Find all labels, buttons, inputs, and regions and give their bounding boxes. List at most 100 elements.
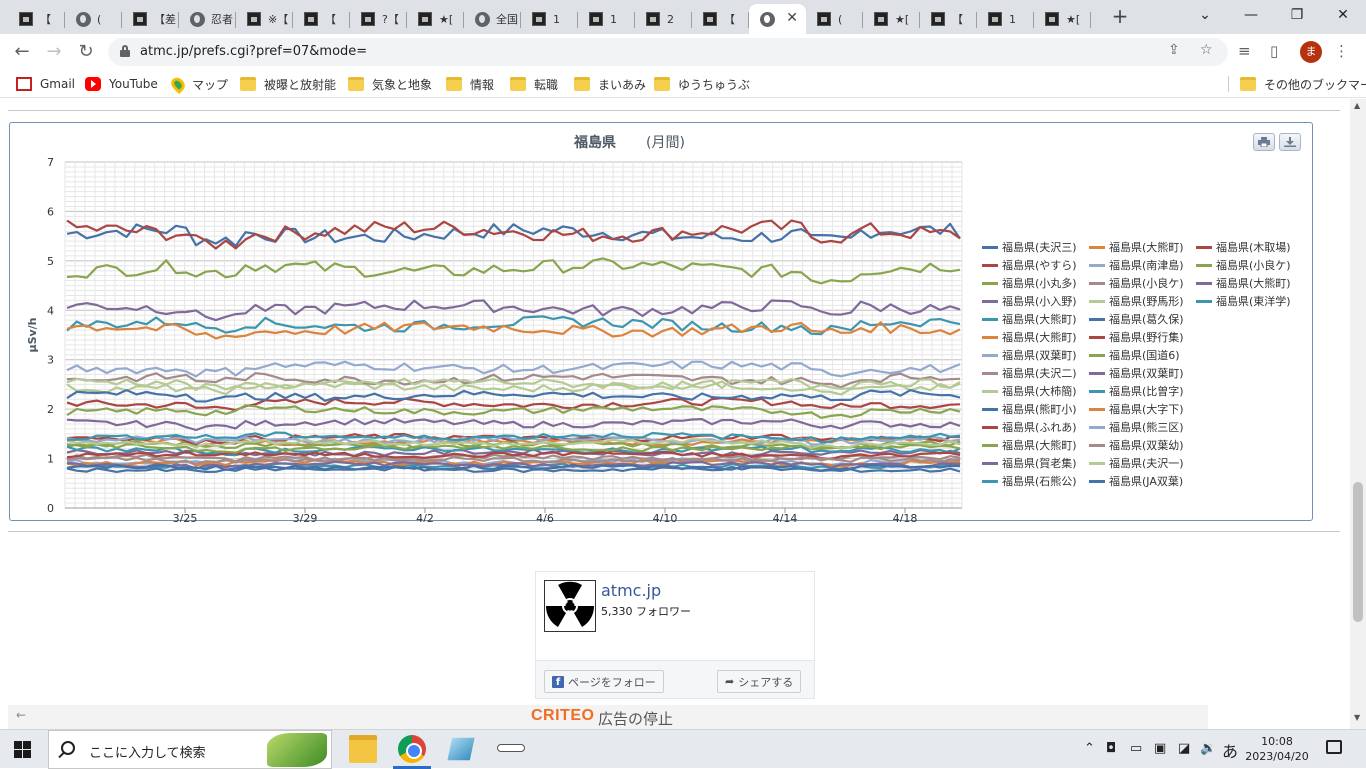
legend-item[interactable]: 福島県(双葉町) [1089, 365, 1184, 381]
browser-tab[interactable]: 1 [578, 4, 635, 34]
legend-item[interactable]: 福島県(大熊町) [982, 329, 1077, 345]
scroll-up-arrow-icon[interactable]: ▲ [1354, 101, 1360, 110]
volume-icon[interactable]: 🔉 [1200, 741, 1216, 756]
legend-item[interactable]: 福島県(小良ケ) [1089, 275, 1184, 291]
wifi-icon[interactable]: ◪ [1178, 741, 1190, 756]
tray-expand-chevron-icon[interactable]: ⌃ [1084, 741, 1095, 756]
criteo-logo[interactable]: CRITEO [531, 707, 594, 725]
side-panel-icon[interactable]: ▯ [1270, 42, 1278, 60]
browser-tab[interactable]: 1 [521, 4, 578, 34]
browser-tab[interactable]: 【 [8, 4, 65, 34]
browser-tab[interactable]: 2 [635, 4, 692, 34]
bookmark-item[interactable]: まいあみ [574, 76, 646, 92]
legend-item[interactable]: 福島県(双葉幼) [1089, 437, 1184, 453]
legend-item[interactable]: 福島県(木取場) [1196, 239, 1291, 255]
browser-tab[interactable]: ?【 [350, 4, 407, 34]
legend-item[interactable]: 福島県(石熊公) [982, 473, 1077, 489]
bookmark-item[interactable]: YouTube [85, 76, 158, 92]
scroll-down-arrow-icon[interactable]: ▼ [1354, 713, 1360, 722]
tab-active[interactable]: ✕ [749, 4, 806, 34]
legend-item[interactable]: 福島県(JA双葉) [1089, 473, 1183, 489]
legend-item[interactable]: 福島県(葛久保) [1089, 311, 1184, 327]
stop-ad-link[interactable]: 広告の停止 [598, 708, 673, 729]
bookmark-item[interactable]: 情報 [446, 76, 494, 92]
other-bookmarks[interactable]: その他のブックマーク [1240, 76, 1366, 92]
legend-item[interactable]: 福島県(夫沢三) [982, 239, 1077, 255]
forward-arrow-icon[interactable]: → [40, 38, 68, 66]
download-button[interactable] [1279, 133, 1301, 151]
legend-item[interactable]: 福島県(大熊町) [1089, 239, 1184, 255]
legend-item[interactable]: 福島県(野行集) [1089, 329, 1184, 345]
profile-avatar[interactable]: ま [1300, 41, 1322, 63]
browser-tab[interactable]: ★[ [1034, 4, 1091, 34]
address-bar[interactable]: atmc.jp/prefs.cgi?pref=07&mode= ⇪ ☆ [108, 38, 1228, 66]
back-arrow-icon[interactable]: ← [16, 708, 26, 722]
legend-item[interactable]: 福島県(夫沢二) [982, 365, 1077, 381]
fb-follow-button[interactable]: f ページをフォロー [544, 670, 664, 693]
camera-icon[interactable]: ◘ [1106, 741, 1116, 756]
browser-tab[interactable]: 【 [692, 4, 749, 34]
legend-item[interactable]: 福島県(やすら) [982, 257, 1077, 273]
legend-item[interactable]: 福島県(夫沢一) [1089, 455, 1184, 471]
close-tab-icon[interactable]: ✕ [786, 10, 798, 26]
taskbar-search-box[interactable]: ここに入力して検索 [48, 730, 332, 769]
airplane-app-icon[interactable] [497, 744, 525, 752]
file-explorer-icon[interactable] [349, 735, 377, 763]
share-icon[interactable]: ⇪ [1168, 42, 1180, 58]
browser-tab[interactable]: 【 [920, 4, 977, 34]
legend-item[interactable]: 福島県(東洋学) [1196, 293, 1291, 309]
page-scrollbar[interactable]: ▲ ▼ [1350, 99, 1366, 729]
browser-tab[interactable]: 【差 [122, 4, 179, 34]
notification-icon[interactable] [1326, 740, 1342, 754]
browser-tab[interactable]: ★[ [863, 4, 920, 34]
browser-tab[interactable]: ※【 [236, 4, 293, 34]
menu-kebab-icon[interactable]: ⋮ [1334, 42, 1349, 60]
legend-item[interactable]: 福島県(双葉町) [982, 347, 1077, 363]
windows-start-icon[interactable] [14, 741, 31, 758]
bookmark-item[interactable]: マップ [168, 74, 228, 94]
browser-tab[interactable]: ( [65, 4, 122, 34]
lock-icon[interactable] [120, 45, 130, 57]
tab-search-chevron-icon[interactable]: ⌄ [1182, 0, 1228, 30]
legend-item[interactable]: 福島県(小良ケ) [1196, 257, 1291, 273]
battery-icon[interactable]: ▭ [1130, 741, 1142, 756]
bookmark-item[interactable]: 転職 [510, 76, 558, 92]
legend-item[interactable]: 福島県(賀老集) [982, 455, 1077, 471]
bookmark-item[interactable]: ゆうちゅうぶ [654, 76, 750, 92]
chrome-icon[interactable] [398, 735, 426, 763]
legend-item[interactable]: 福島県(小丸多) [982, 275, 1077, 291]
legend-item[interactable]: 福島県(南津島) [1089, 257, 1184, 273]
app-icon[interactable] [447, 737, 475, 761]
legend-item[interactable]: 福島県(熊三区) [1089, 419, 1184, 435]
fb-page-name[interactable]: atmc.jp [601, 581, 661, 600]
legend-item[interactable]: 福島県(熊町小) [982, 401, 1077, 417]
browser-tab[interactable]: 全国 [464, 4, 521, 34]
legend-item[interactable]: 福島県(小入野) [982, 293, 1077, 309]
maximize-button[interactable]: ❐ [1274, 0, 1320, 30]
legend-item[interactable]: 福島県(大柿簡) [982, 383, 1077, 399]
reading-list-icon[interactable]: ≡ [1238, 42, 1251, 60]
legend-item[interactable]: 福島県(大熊町) [1196, 275, 1291, 291]
legend-item[interactable]: 福島県(比曽字) [1089, 383, 1184, 399]
bookmark-item[interactable]: 被曝と放射能 [240, 76, 336, 92]
back-arrow-icon[interactable]: ← [8, 38, 36, 66]
legend-item[interactable]: 福島県(ふれあ) [982, 419, 1077, 435]
legend-item[interactable]: 福島県(国道6) [1089, 347, 1180, 363]
url-text[interactable]: atmc.jp/prefs.cgi?pref=07&mode= [140, 44, 367, 59]
print-button[interactable] [1253, 133, 1275, 151]
legend-item[interactable]: 福島県(大字下) [1089, 401, 1184, 417]
browser-tab[interactable]: 1 [977, 4, 1034, 34]
bookmark-item[interactable]: Gmail [16, 76, 75, 92]
bookmark-star-icon[interactable]: ☆ [1200, 42, 1213, 58]
legend-item[interactable]: 福島県(大熊町) [982, 311, 1077, 327]
browser-tab[interactable]: 【 [293, 4, 350, 34]
system-clock[interactable]: 10:08 2023/04/20 [1244, 734, 1310, 764]
ime-mode-indicator[interactable]: あ [1222, 738, 1238, 762]
browser-tab[interactable]: 忍者 [179, 4, 236, 34]
browser-tab[interactable]: ( [806, 4, 863, 34]
scrollbar-thumb[interactable] [1353, 482, 1363, 622]
radiation-logo[interactable] [544, 580, 596, 632]
network-icon[interactable]: ▣ [1154, 741, 1166, 756]
new-tab-button[interactable]: + [1108, 3, 1132, 29]
reload-icon[interactable]: ↻ [72, 38, 100, 66]
